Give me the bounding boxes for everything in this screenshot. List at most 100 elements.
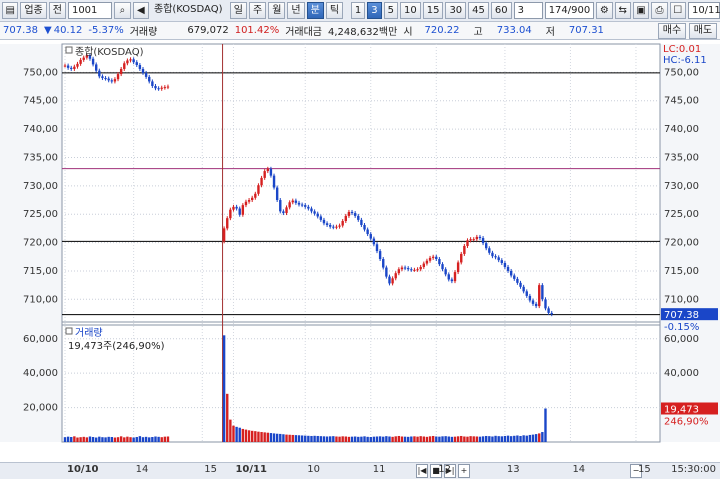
period-day[interactable]: 일: [229, 2, 247, 19]
scroll-start-icon[interactable]: |◀: [416, 464, 428, 478]
candle-body: [550, 312, 553, 315]
candle-body: [313, 211, 316, 214]
candle-body: [329, 224, 332, 227]
candle-body: [378, 251, 382, 260]
candle-body: [285, 207, 288, 214]
zoom-in-icon[interactable]: +: [458, 464, 470, 478]
candle-body: [154, 85, 157, 89]
x-axis-label: 14: [572, 464, 586, 475]
speaker-icon[interactable]: ◀: [132, 2, 149, 19]
price-tick-left: 720,00: [23, 238, 58, 249]
interval-5[interactable]: 5: [383, 2, 398, 19]
candle-body: [506, 266, 510, 271]
interval-3[interactable]: 3: [367, 2, 382, 19]
candle-body: [522, 286, 525, 292]
buy-button[interactable]: 매수: [658, 23, 686, 39]
candle-body: [138, 64, 142, 69]
toolbar: ▤ 업종 전 1001 ⌕ ◀ 종합(KOSDAQ) 일 주 월 년 분 틱 1…: [0, 0, 720, 22]
volume-bar: [325, 436, 329, 442]
price-tick-right: 710,00: [664, 294, 699, 305]
candle-body: [260, 177, 263, 186]
candle-body: [322, 219, 326, 224]
volume-bar: [66, 436, 70, 442]
category-select[interactable]: 업종: [20, 2, 47, 19]
volume-bar: [257, 431, 260, 442]
interval-60[interactable]: 60: [490, 2, 512, 19]
candle-body: [247, 200, 251, 202]
search-icon[interactable]: ⌕: [114, 2, 131, 19]
volume-bar: [297, 435, 301, 442]
menu-icon[interactable]: ▤: [2, 2, 19, 19]
volume-bar: [453, 436, 457, 442]
period-month[interactable]: 월: [268, 2, 286, 19]
volume-bar: [422, 436, 425, 442]
price-tick-left: 730,00: [23, 181, 58, 192]
volume-bar: [151, 437, 154, 442]
volume-bar: [91, 437, 95, 442]
candle-body: [422, 263, 425, 267]
period-tick[interactable]: 틱: [325, 2, 344, 19]
volume-bar: [416, 436, 419, 442]
sell-button[interactable]: 매도: [689, 23, 717, 39]
volume-bar: [76, 437, 79, 442]
volume-bar: [251, 430, 254, 442]
current-volume-pct: 246,90%: [664, 416, 709, 427]
candle-body: [232, 206, 235, 210]
candle-body: [528, 295, 532, 301]
candle-body: [366, 229, 369, 235]
volume-bar: [491, 436, 494, 442]
volume-bar: [304, 435, 307, 442]
link-icon[interactable]: ⇆: [614, 2, 631, 19]
price-volume-chart[interactable]: 750,00 750,00 745,00 745,00 740,00 740,00 735,…: [0, 40, 720, 462]
candle-body: [76, 63, 79, 67]
count-input[interactable]: 174/900: [544, 2, 595, 19]
volume-bar: [441, 436, 444, 442]
print-icon[interactable]: ⎙: [651, 2, 668, 19]
lc-label: LC:0.01: [663, 44, 701, 55]
volume-bar: [375, 436, 379, 442]
volume-bar: [79, 437, 82, 442]
volume-bar: [322, 436, 326, 442]
candle-body: [113, 79, 117, 82]
interval-15[interactable]: 15: [422, 2, 444, 19]
candle-body: [491, 252, 494, 257]
candle-body: [438, 259, 441, 265]
volume-bar: [485, 435, 488, 442]
settings-icon[interactable]: ⚙: [596, 2, 613, 19]
save-icon[interactable]: ▣: [632, 2, 650, 19]
volume-bar: [431, 435, 435, 442]
interval-30[interactable]: 30: [445, 2, 467, 19]
interval-1[interactable]: 1: [350, 2, 366, 19]
candle-body: [431, 256, 435, 258]
interval-10[interactable]: 10: [399, 2, 421, 19]
code-input[interactable]: 1001: [67, 2, 113, 19]
volume-bar: [266, 432, 269, 442]
volume-bar: [269, 433, 273, 442]
interval-45[interactable]: 45: [468, 2, 489, 19]
candle-body: [519, 282, 522, 287]
period-minute[interactable]: 분: [306, 2, 324, 19]
candle-body: [269, 168, 273, 176]
candle-body: [70, 67, 73, 69]
candle-body: [257, 185, 260, 194]
candle-body: [441, 264, 444, 270]
candle-body: [547, 308, 550, 313]
period-year[interactable]: 년: [287, 2, 305, 19]
price-tick-right: 745,00: [664, 96, 699, 107]
market-button[interactable]: 전: [48, 2, 66, 19]
checkbox-icon[interactable]: ☐: [669, 2, 686, 19]
candle-body: [425, 260, 429, 264]
candle-body: [369, 234, 372, 239]
volume-bar: [310, 435, 313, 442]
volume-bar: [63, 437, 67, 442]
current-price-label: 707.38: [664, 310, 699, 321]
interval-select[interactable]: 3: [513, 2, 543, 19]
volume-bar: [244, 429, 248, 442]
volume-bar: [70, 437, 73, 442]
candle-body: [488, 248, 491, 253]
period-week[interactable]: 주: [249, 2, 267, 19]
candle-body: [266, 168, 269, 172]
price-tick-left: 745,00: [23, 96, 58, 107]
date-input[interactable]: 10/11: [687, 2, 720, 19]
volume-value: 679,072: [187, 25, 229, 36]
